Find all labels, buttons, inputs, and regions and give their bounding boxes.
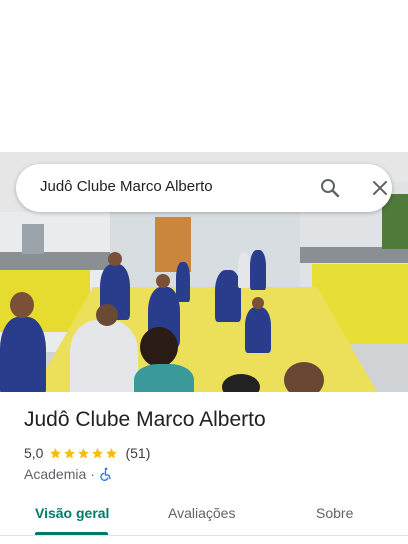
wheelchair-icon	[99, 467, 113, 481]
rating-value: 5,0	[24, 445, 44, 461]
photo-person-head	[96, 304, 118, 326]
place-title: Judô Clube Marco Alberto	[24, 408, 266, 431]
photo-wall-band	[300, 247, 408, 263]
review-count[interactable]: (51)	[125, 445, 150, 461]
star-icon	[50, 447, 62, 458]
tab-divider	[0, 535, 408, 536]
close-icon[interactable]	[368, 176, 392, 200]
search-query-text[interactable]: Judô Clube Marco Alberto	[40, 178, 213, 195]
photo-person	[176, 262, 190, 302]
top-blank-area	[0, 0, 408, 152]
photo-person	[0, 317, 46, 392]
search-bar[interactable]: Judô Clube Marco Alberto	[16, 164, 392, 212]
photo-person-head	[284, 362, 324, 392]
photo-person	[238, 252, 250, 288]
photo-person-head	[108, 252, 122, 266]
photo-window	[22, 224, 44, 254]
photo-person	[70, 320, 138, 392]
photo-person-head	[252, 297, 264, 309]
rating-row[interactable]: 5,0 (51)	[24, 444, 150, 462]
star-rating	[49, 447, 119, 460]
tab-sobre[interactable]: Sobre	[316, 505, 353, 521]
photo-person-head	[10, 292, 34, 318]
tab-bar: Visão geral Avaliações Sobre	[0, 496, 408, 540]
photo-person-head	[140, 327, 178, 367]
tab-visao-geral[interactable]: Visão geral	[35, 505, 109, 521]
photo-back-wall	[110, 212, 300, 292]
tab-avaliacoes[interactable]: Avaliações	[168, 505, 235, 521]
separator-dot: ·	[90, 466, 95, 482]
photo-person	[245, 307, 271, 353]
category-row: Academia ·	[24, 465, 113, 483]
photo-wall-band	[0, 252, 110, 270]
star-icon	[106, 447, 118, 458]
place-category: Academia	[24, 466, 87, 482]
star-icon	[92, 447, 104, 458]
search-icon[interactable]	[318, 176, 342, 200]
photo-person	[134, 364, 194, 392]
photo-person-head	[156, 274, 170, 288]
star-icon	[64, 447, 76, 458]
photo-person	[250, 250, 266, 290]
star-icon	[78, 447, 90, 458]
